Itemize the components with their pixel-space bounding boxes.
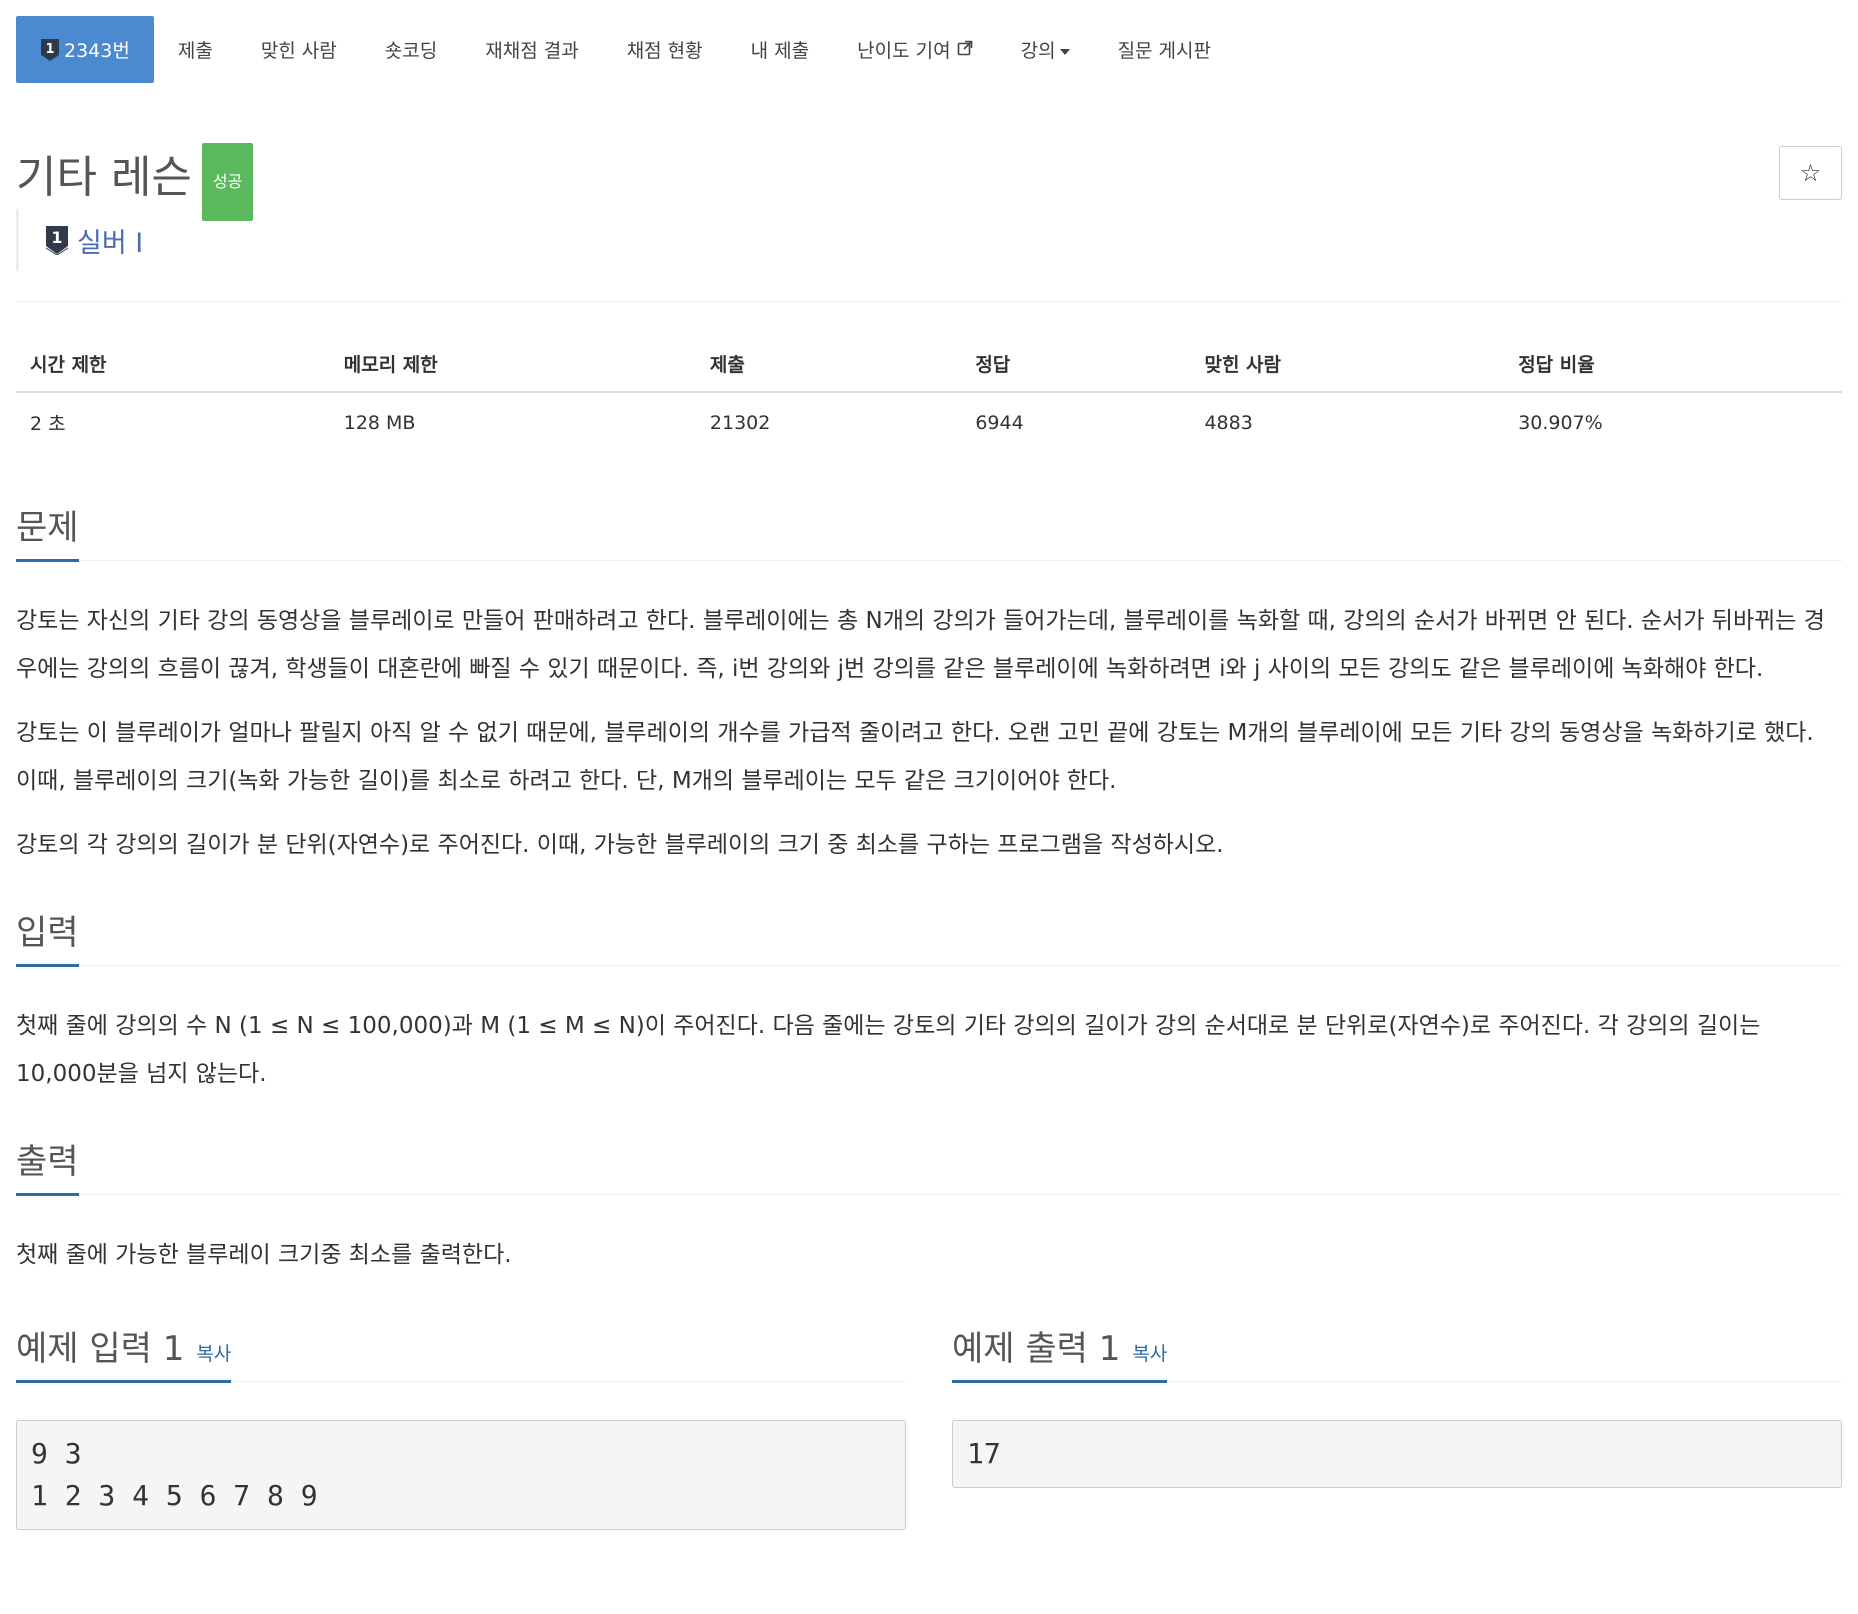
sample-output-head: 예제 출력 1 복사 — [952, 1309, 1842, 1383]
output-section: 출력 첫째 줄에 가능한 블루레이 크기중 최소를 출력한다. — [16, 1122, 1842, 1279]
info-header-accept-ratio: 정답 비율 — [1504, 340, 1842, 393]
info-accepted: 6944 — [975, 411, 1024, 434]
star-icon: ☆ — [1799, 159, 1822, 187]
info-solved-users: 4883 — [1204, 411, 1253, 434]
tier-shield-number: 1 — [51, 228, 62, 247]
problem-section: 문제 강토는 자신의 기타 강의 동영상을 블루레이로 만들어 판매하려고 한다… — [16, 488, 1842, 869]
problem-header: 기타 레슨 성공 ☆ 1 실버 I — [16, 139, 1842, 271]
problem-heading: 문제 — [16, 500, 79, 562]
problem-section-head: 문제 — [16, 488, 1842, 562]
sample-output-content: 17 — [952, 1420, 1842, 1488]
sample-input: 예제 입력 1 복사 9 3 1 2 3 4 5 6 7 8 9 — [16, 1309, 906, 1530]
problem-description: 강토는 자신의 기타 강의 동영상을 블루레이로 만들어 판매하려고 한다. 블… — [16, 597, 1842, 869]
info-accept-ratio: 30.907% — [1518, 411, 1603, 434]
tab-problem-label: 2343번 — [64, 40, 130, 62]
tab-submit[interactable]: 제출 — [154, 16, 237, 83]
tab-my-submissions[interactable]: 내 제출 — [727, 16, 833, 83]
problem-nav: 1 2343번 제출 맞힌 사람 숏코딩 재채점 결과 채점 현황 내 제출 난… — [16, 16, 1842, 83]
output-description: 첫째 줄에 가능한 블루레이 크기중 최소를 출력한다. — [16, 1231, 1842, 1279]
tab-judge-status[interactable]: 채점 현황 — [603, 16, 727, 83]
info-header-accepted: 정답 — [961, 340, 1191, 393]
tier-label[interactable]: 실버 I — [77, 221, 143, 260]
problem-title: 기타 레슨 — [16, 152, 192, 203]
tab-problem[interactable]: 1 2343번 — [16, 16, 154, 83]
info-submissions: 21302 — [709, 411, 771, 434]
info-value-row: 2 초 128 MB 21302 6944 4883 30.907% — [16, 392, 1842, 452]
problem-paragraph: 강토는 자신의 기타 강의 동영상을 블루레이로 만들어 판매하려고 한다. 블… — [16, 608, 1825, 682]
tab-lectures[interactable]: 강의 — [997, 16, 1094, 83]
sample-output-title: 예제 출력 1 — [952, 1329, 1121, 1369]
tab-short-coding[interactable]: 숏코딩 — [361, 16, 461, 83]
copy-input-link[interactable]: 복사 — [196, 1343, 231, 1365]
info-header-memory-limit: 메모리 제한 — [329, 340, 696, 393]
tab-difficulty-contribution[interactable]: 난이도 기여 — [833, 16, 996, 83]
input-section: 입력 첫째 줄에 강의의 수 N (1 ≤ N ≤ 100,000)과 M (1… — [16, 893, 1842, 1098]
info-header-solved-users: 맞힌 사람 — [1190, 340, 1505, 393]
tab-lectures-label: 강의 — [1020, 40, 1056, 62]
output-section-head: 출력 — [16, 1122, 1842, 1196]
info-header-time-limit: 시간 제한 — [16, 340, 330, 393]
tab-solved-users[interactable]: 맞힌 사람 — [237, 16, 361, 83]
tab-difficulty-label: 난이도 기여 — [857, 40, 951, 62]
problem-info-table: 시간 제한 메모리 제한 제출 정답 맞힌 사람 정답 비율 2 초 128 M… — [16, 340, 1842, 452]
input-paragraph: 첫째 줄에 강의의 수 N (1 ≤ N ≤ 100,000)과 M (1 ≤ … — [16, 1013, 1761, 1087]
info-time-limit: 2 초 — [30, 413, 66, 435]
external-link-icon — [957, 39, 973, 61]
sample-input-content: 9 3 1 2 3 4 5 6 7 8 9 — [16, 1420, 906, 1530]
output-heading: 출력 — [16, 1134, 79, 1196]
output-paragraph: 첫째 줄에 가능한 블루레이 크기중 최소를 출력한다. — [16, 1242, 512, 1268]
samples: 예제 입력 1 복사 9 3 1 2 3 4 5 6 7 8 9 예제 출력 1 복… — [16, 1309, 1842, 1530]
input-section-head: 입력 — [16, 893, 1842, 967]
input-description: 첫째 줄에 강의의 수 N (1 ≤ N ≤ 100,000)과 M (1 ≤ … — [16, 1002, 1842, 1098]
info-header-row: 시간 제한 메모리 제한 제출 정답 맞힌 사람 정답 비율 — [16, 340, 1842, 393]
sample-output-heading: 예제 출력 1 복사 — [952, 1321, 1168, 1383]
problem-title-wrap: 기타 레슨 성공 — [16, 139, 254, 221]
page: 1 2343번 제출 맞힌 사람 숏코딩 재채점 결과 채점 현황 내 제출 난… — [16, 16, 1842, 1530]
header-divider — [16, 301, 1842, 302]
sample-input-head: 예제 입력 1 복사 — [16, 1309, 906, 1383]
tier-shield-icon: 1 — [45, 226, 69, 255]
caret-down-icon — [1059, 39, 1070, 61]
problem-paragraph: 강토는 이 블루레이가 얼마나 팔릴지 아직 알 수 없기 때문에, 블루레이의… — [16, 720, 1814, 794]
problem-paragraph: 강토의 각 강의의 길이가 분 단위(자연수)로 주어진다. 이때, 가능한 블… — [16, 832, 1224, 858]
info-memory-limit: 128 MB — [343, 411, 416, 434]
status-badge: 성공 — [201, 143, 254, 221]
tier-badge-icon: 1 — [40, 38, 60, 62]
sample-output: 예제 출력 1 복사 17 — [952, 1309, 1842, 1530]
tab-qna-board[interactable]: 질문 게시판 — [1094, 16, 1235, 83]
tab-rejudge-results[interactable]: 재채점 결과 — [461, 16, 602, 83]
input-heading: 입력 — [16, 905, 79, 967]
star-button[interactable]: ☆ — [1779, 146, 1842, 200]
copy-output-link[interactable]: 복사 — [1132, 1343, 1167, 1365]
sample-input-title: 예제 입력 1 — [16, 1329, 185, 1369]
tier-badge-number: 1 — [45, 42, 54, 57]
tier-info: 1 실버 I — [16, 209, 143, 271]
sample-input-heading: 예제 입력 1 복사 — [16, 1321, 232, 1383]
info-header-submissions: 제출 — [695, 340, 962, 393]
